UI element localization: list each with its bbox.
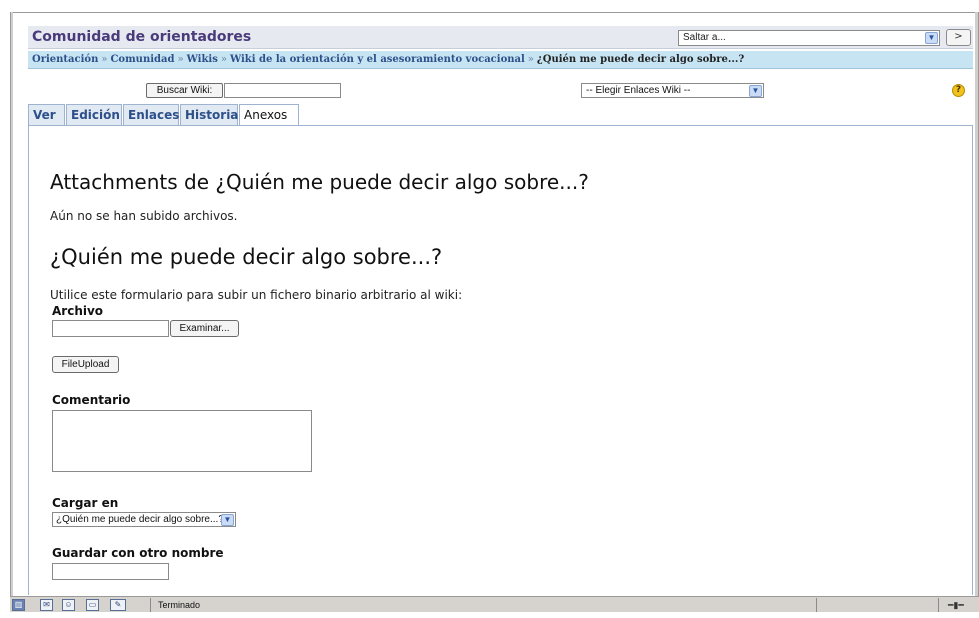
wiki-links-select[interactable]: -- Elegir Enlaces Wiki -- ▼ [581,83,764,98]
page-title: ¿Quién me puede decir algo sobre...? [50,245,443,269]
status-bar: ▥ ✉ ☺ ▭ ✎ Terminado ━▮━ [10,596,979,612]
breadcrumb-separator: » [527,54,534,65]
search-wiki-button[interactable]: Buscar Wiki: [146,83,223,98]
tab-ver[interactable]: Ver [28,104,65,125]
tab-edicion[interactable]: Edición [66,104,122,125]
comment-textarea[interactable] [52,410,312,472]
app-icon[interactable]: ▥ [12,599,25,611]
breadcrumb-separator: » [220,54,227,65]
breadcrumb-item-wiki[interactable]: Wiki de la orientación y el asesoramient… [230,54,525,65]
file-path-input[interactable] [52,320,169,337]
status-text: Terminado [158,600,201,610]
target-page-select[interactable]: ¿Quién me puede decir algo sobre...? ▼ [52,512,236,527]
breadcrumb-separator: » [101,54,108,65]
status-divider [938,598,939,612]
breadcrumb-item-orientacion[interactable]: Orientación [32,54,98,65]
breadcrumb-item-comunidad[interactable]: Comunidad [110,54,174,65]
rename-label: Guardar con otro nombre [52,546,224,560]
chevron-down-icon[interactable]: ▼ [221,514,234,526]
go-button[interactable]: > [946,29,971,46]
comment-label: Comentario [52,393,131,407]
window-top-margin [0,0,979,10]
chevron-down-icon[interactable]: ▼ [925,32,938,44]
jump-to-select-value: Saltar a... [683,32,726,43]
browse-button[interactable]: Examinar... [170,320,239,337]
tab-anexos[interactable]: Anexos [239,104,299,126]
jump-to-select[interactable]: Saltar a... ▼ [678,30,940,46]
breadcrumb-separator: » [177,54,184,65]
attachments-heading: Attachments de ¿Quién me puede decir alg… [50,170,589,194]
tab-enlaces[interactable]: Enlaces [123,104,179,125]
no-files-message: Aún no se han subido archivos. [50,209,238,223]
site-title[interactable]: Comunidad de orientadores [32,29,251,45]
rename-input[interactable] [52,563,169,580]
breadcrumb-item-wikis[interactable]: Wikis [187,54,218,65]
help-icon[interactable]: ? [952,84,965,97]
target-label: Cargar en [52,496,119,510]
status-divider [816,598,817,612]
breadcrumb-current: ¿Quién me puede decir algo sobre...? [536,54,745,65]
upload-instructions: Utilice este formulario para subir un fi… [50,288,463,302]
tab-historia[interactable]: Historia [180,104,238,125]
site-header: Comunidad de orientadores Saltar a... ▼ … [28,26,973,49]
target-page-select-value: ¿Quién me puede decir algo sobre...? [56,514,224,525]
status-divider [150,598,151,612]
window-border-right [975,12,979,596]
page-icon[interactable]: ▭ [86,599,99,611]
file-upload-button[interactable]: FileUpload [52,356,119,373]
mail-icon[interactable]: ✉ [40,599,53,611]
edit-icon[interactable]: ✎ [110,599,126,611]
window-border-left [10,12,13,596]
connection-icon: ━▮━ [948,600,964,610]
window-border-top [10,12,979,13]
search-wiki-input[interactable] [224,83,341,98]
breadcrumb: Orientación» Comunidad» Wikis» Wiki de la o… [28,51,973,69]
chevron-down-icon[interactable]: ▼ [749,85,762,97]
file-label: Archivo [52,304,104,318]
people-icon[interactable]: ☺ [62,599,75,611]
wiki-links-select-value: -- Elegir Enlaces Wiki -- [586,85,691,96]
